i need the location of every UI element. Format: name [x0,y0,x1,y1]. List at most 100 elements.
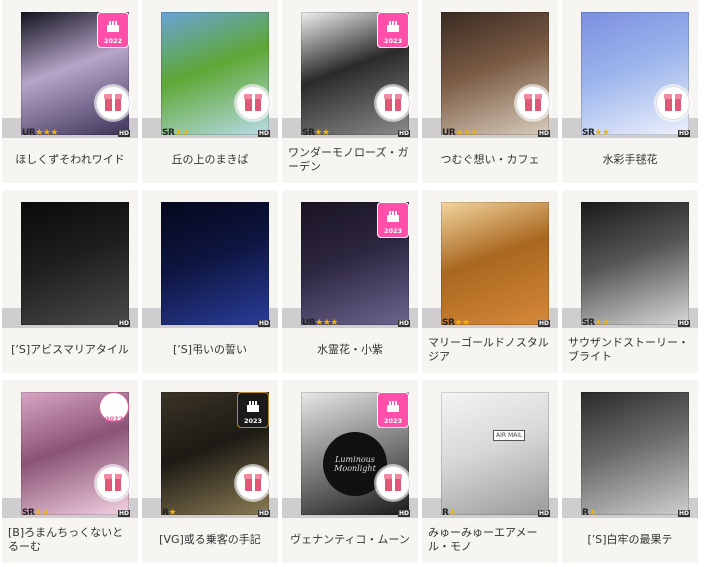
artwork-stamp: AIR MAIL [493,430,526,441]
item-name[interactable]: [VG]或る乗客の手記 [142,520,278,560]
cake-icon [385,398,401,412]
badge-year: 2022 [104,415,124,423]
item-name[interactable]: マリーゴールドノスタルジア [422,330,558,370]
item-thumbnail[interactable]: SR★★ HD [142,0,278,138]
rarity-grade: SR [582,318,595,328]
badge-year: 2023 [243,417,263,425]
hd-badge: HD [397,510,410,517]
rarity-stars: ★★ [314,128,330,138]
rarity-label: SR★★ [582,318,610,328]
hd-badge: HD [397,130,410,137]
item-card[interactable]: HD [’S]弔いの誓い [142,190,278,373]
hd-badge: HD [537,320,550,327]
hd-badge: HD [257,130,270,137]
gift-icon[interactable] [376,466,410,500]
gift-ribbon-shape [112,474,115,491]
item-card[interactable]: SR★★ HD サウザンドストーリー・ブライト [562,190,698,373]
item-name[interactable]: サウザンドストーリー・ブライト [562,330,698,370]
item-card[interactable]: HD [’S]アビスマリアタイル [2,190,138,373]
rarity-grade: SR [442,318,455,328]
gift-ribbon-shape [112,94,115,111]
item-card[interactable]: UR★★★ HD つむぐ想い・カフェ [422,0,558,183]
gift-ribbon-shape [532,94,535,111]
gift-icon[interactable] [516,86,550,120]
item-thumbnail[interactable]: Luminous Moonlight HD 2023 [282,380,418,518]
item-thumbnail[interactable]: HD [2,190,138,328]
item-name[interactable]: つむぐ想い・カフェ [422,140,558,180]
item-card[interactable]: Luminous Moonlight HD 2023 ヴェナンティコ・ムーン [282,380,418,563]
rarity-stars: ★ [168,508,177,518]
rarity-grade: UR [442,128,456,138]
item-thumbnail[interactable]: UR★★★ HD 2022 [2,0,138,138]
item-thumbnail[interactable]: AIR MAIL R★ HD [422,380,558,518]
item-thumbnail[interactable]: SR★★ HD 2023 [282,0,418,138]
hd-badge: HD [117,320,130,327]
badge-year: 2022 [103,37,123,45]
anniversary-badge: 2023 [377,202,409,238]
cake-icon [107,398,123,412]
badge-year: 2023 [383,227,403,235]
item-name[interactable]: [’S]弔いの誓い [142,330,278,370]
rarity-grade: SR [582,128,595,138]
item-card[interactable]: UR★★★ HD 2022 ほしくずそわれワイド [2,0,138,183]
rarity-stars: ★★ [34,508,50,518]
item-name[interactable]: ヴェナンティコ・ムーン [282,520,418,560]
item-name[interactable]: 丘の上のまきば [142,140,278,180]
item-card[interactable]: SR★★ HD 丘の上のまきば [142,0,278,183]
rarity-label: SR★★ [442,318,470,328]
anniversary-badge: 2023 [377,392,409,428]
rarity-stars: ★★ [174,128,190,138]
gift-icon[interactable] [236,86,270,120]
item-card[interactable]: R★ HD [’S]白牢の最果テ [562,380,698,563]
item-card[interactable]: R★ HD 2023 [VG]或る乗客の手記 [142,380,278,563]
item-name[interactable]: みゅーみゅーエアメール・モノ [422,520,558,560]
item-card[interactable]: SR★★ HD 水彩手毬花 [562,0,698,183]
rarity-label: UR★★★ [22,128,58,138]
hd-badge: HD [117,130,130,137]
gift-icon[interactable] [96,86,130,120]
item-thumbnail[interactable]: R★ HD 2023 [142,380,278,518]
gift-ribbon-shape [392,474,395,491]
rarity-label: SR★★ [22,508,50,518]
item-name[interactable]: 水彩手毬花 [562,140,698,180]
item-name[interactable]: [’S]白牢の最果テ [562,520,698,560]
item-thumbnail[interactable]: UR★★★ HD [422,0,558,138]
item-thumbnail[interactable]: UR★★★ HD 2023 [282,190,418,328]
item-name[interactable]: ほしくずそわれワイド [2,140,138,180]
item-name[interactable]: [B]ろまんちっくないとるーむ [2,520,138,560]
item-thumbnail[interactable]: R★ HD [562,380,698,518]
rarity-label: UR★★★ [442,128,478,138]
item-thumbnail[interactable]: SR★★ HD [422,190,558,328]
rarity-label: R★ [162,508,176,518]
item-name[interactable]: 水霊花・小紫 [282,330,418,370]
cake-icon [245,398,261,412]
item-card[interactable]: UR★★★ HD 2023 水霊花・小紫 [282,190,418,373]
gift-icon[interactable] [656,86,690,120]
gift-icon[interactable] [236,466,270,500]
item-card[interactable]: SR★★ HD マリーゴールドノスタルジア [422,190,558,373]
item-thumbnail[interactable]: SR★★ HD [562,190,698,328]
rarity-stars: ★ [448,508,457,518]
cake-icon [385,208,401,222]
item-card[interactable]: AIR MAIL R★ HD みゅーみゅーエアメール・モノ [422,380,558,563]
gift-ribbon-shape [672,94,675,111]
rarity-label: SR★★ [162,128,190,138]
item-thumbnail[interactable]: SR★★ HD [562,0,698,138]
hd-badge: HD [677,510,690,517]
rarity-label: UR★★★ [302,318,338,328]
item-card[interactable]: SR★★ HD 2022 [B]ろまんちっくないとるーむ [2,380,138,563]
rarity-label: R★ [442,508,456,518]
rarity-stars: ★ [588,508,597,518]
hd-badge: HD [537,510,550,517]
rarity-stars: ★★ [454,318,470,328]
item-name[interactable]: ワンダーモノローズ・ガーデン [282,140,418,180]
hd-badge: HD [257,510,270,517]
badge-year: 2023 [383,417,403,425]
gift-ribbon-shape [392,94,395,111]
gift-icon[interactable] [96,466,130,500]
gift-icon[interactable] [376,86,410,120]
item-name[interactable]: [’S]アビスマリアタイル [2,330,138,370]
item-thumbnail[interactable]: SR★★ HD 2022 [2,380,138,518]
item-card[interactable]: SR★★ HD 2023 ワンダーモノローズ・ガーデン [282,0,418,183]
item-thumbnail[interactable]: HD [142,190,278,328]
